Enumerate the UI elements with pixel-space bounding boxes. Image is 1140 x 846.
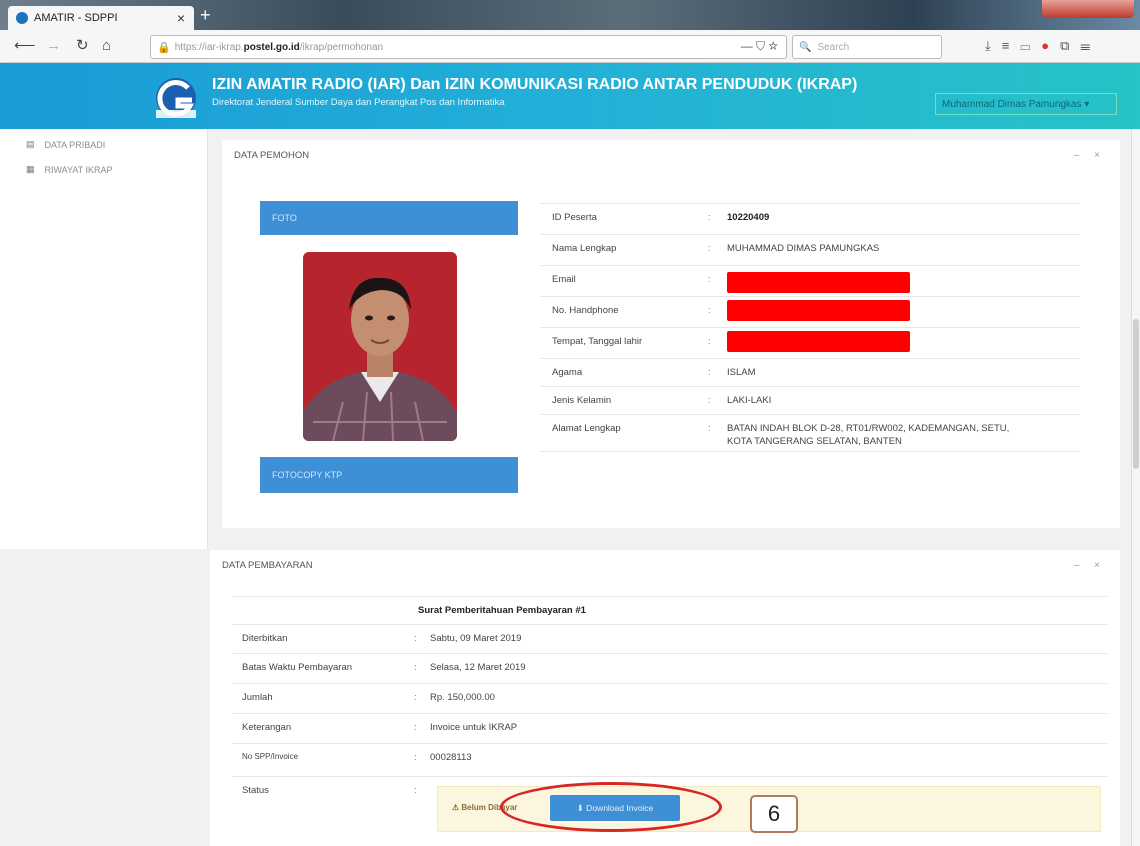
payment-label: Status <box>242 785 269 796</box>
payment-notice-row: Surat Pemberitahuan Pembayaran #1 <box>232 596 1107 625</box>
app-subtitle: Direktorat Jenderal Sumber Daya dan Pera… <box>212 97 505 108</box>
redacted-phone <box>727 300 910 321</box>
id-card-icon: ▤ <box>26 139 35 149</box>
ministry-logo-icon <box>156 78 196 118</box>
new-tab-button[interactable]: + <box>200 6 211 24</box>
info-label: Tempat, Tanggal lahir <box>552 336 643 347</box>
payment-value: Selasa, 12 Maret 2019 <box>430 662 526 673</box>
padlock-icon: 🔒 <box>157 41 171 54</box>
info-label: Agama <box>552 367 583 378</box>
payment-row: No SPP/Invoice : 00028113 <box>232 743 1107 777</box>
sidebar-icon[interactable]: ▭ <box>1020 38 1041 53</box>
tab-close-icon[interactable]: × <box>174 10 188 26</box>
info-row: Alamat Lengkap : BATAN INDAH BLOK D-28, … <box>540 414 1080 452</box>
applicant-panel-title: DATA PEMOHON <box>234 150 310 161</box>
payment-row: Keterangan : Invoice untuk IKRAP <box>232 713 1107 744</box>
app-header: IZIN AMATIR RADIO (IAR) Dan IZIN KOMUNIK… <box>0 63 1140 129</box>
browser-tools[interactable]: ⤓≡▭●⧉☰ <box>985 38 1101 54</box>
info-row: Nama Lengkap : MUHAMMAD DIMAS PAMUNGKAS <box>540 234 1080 266</box>
reload-icon[interactable]: ↻ <box>76 37 89 55</box>
browser-tab-strip: AMATIR - SDPPI × + <box>0 0 1140 30</box>
info-label: Email <box>552 274 576 285</box>
info-label: ID Peserta <box>552 212 597 223</box>
info-value-line2: KOTA TANGERANG SELATAN, BANTEN <box>727 436 902 447</box>
document-icon: ▦ <box>26 164 35 174</box>
highlight-callout-ellipse <box>500 782 722 832</box>
redacted-email <box>727 272 910 293</box>
payment-panel-title: DATA PEMBAYARAN <box>222 560 313 571</box>
page-scrollbar[interactable] <box>1131 129 1140 846</box>
sidebar-item-data-pribadi[interactable]: ▤ DATA PRIBADI <box>26 139 105 150</box>
payment-label: Jumlah <box>242 692 273 703</box>
payment-label: No SPP/Invoice <box>242 752 299 761</box>
scrollbar-thumb[interactable] <box>1133 319 1139 469</box>
photo-header: FOTO <box>260 201 518 235</box>
payment-value: Rp. 150,000.00 <box>430 692 495 703</box>
info-row: ID Peserta : 10220409 <box>540 203 1080 235</box>
info-value: MUHAMMAD DIMAS PAMUNGKAS <box>727 243 880 254</box>
info-value: LAKI-LAKI <box>727 395 772 406</box>
ktp-header: FOTOCOPY KTP <box>260 457 518 493</box>
applicant-photo <box>303 252 457 441</box>
search-icon: 🔍 <box>799 41 812 53</box>
info-value: ISLAM <box>727 367 756 378</box>
url-text: https://iar-ikrap.postel.go.id/ikrap/per… <box>174 41 384 53</box>
search-placeholder: Search <box>817 41 850 53</box>
info-row: Jenis Kelamin : LAKI-LAKI <box>540 386 1080 415</box>
payment-value: 00028113 <box>430 752 472 763</box>
payment-label: Batas Waktu Pembayaran <box>242 662 353 673</box>
screenshot-icon[interactable]: ⧉ <box>1060 38 1080 53</box>
panel-collapse-close-icons[interactable]: – × <box>1074 150 1106 161</box>
info-label: Jenis Kelamin <box>552 395 612 406</box>
search-input[interactable]: 🔍 Search <box>792 35 942 59</box>
app-title: IZIN AMATIR RADIO (IAR) Dan IZIN KOMUNIK… <box>212 76 858 93</box>
info-value: 10220409 <box>727 212 770 223</box>
step-number-label: 6 <box>750 795 798 833</box>
payment-row: Jumlah : Rp. 150,000.00 <box>232 683 1107 714</box>
library-icon[interactable]: ≡ <box>1002 38 1021 53</box>
address-bar[interactable]: 🔒 https://iar-ikrap.postel.go.id/ikrap/p… <box>150 35 787 59</box>
payment-value: Sabtu, 09 Maret 2019 <box>430 633 522 644</box>
menu-icon[interactable]: ☰ <box>1080 38 1101 53</box>
download-icon[interactable]: ⤓ <box>985 38 1002 53</box>
sidebar-item-riwayat-ikrap[interactable]: ▦ RIWAYAT IKRAP <box>26 164 113 175</box>
browser-tab[interactable]: AMATIR - SDPPI × <box>8 6 194 30</box>
payment-label: Keterangan <box>242 722 292 733</box>
sidebar: ▤ DATA PRIBADI ▦ RIWAYAT IKRAP <box>0 129 208 549</box>
sidebar-item-label: RIWAYAT IKRAP <box>44 164 113 175</box>
payment-row: Diterbitkan : Sabtu, 09 Maret 2019 <box>232 624 1107 654</box>
addon-icon[interactable]: ● <box>1041 38 1060 53</box>
panel-collapse-close-icons[interactable]: – × <box>1074 560 1106 571</box>
browser-toolbar: ⟵ → ↻ ⌂ 🔒 https://iar-ikrap.postel.go.id… <box>0 30 1140 63</box>
info-label: Alamat Lengkap <box>552 423 621 434</box>
redacted-birth <box>727 331 910 352</box>
sidebar-item-label: DATA PRIBADI <box>44 139 106 150</box>
back-arrow-icon[interactable]: ⟵ <box>14 37 36 55</box>
payment-row: Batas Waktu Pembayaran : Selasa, 12 Mare… <box>232 653 1107 684</box>
home-icon[interactable]: ⌂ <box>102 37 111 55</box>
info-value: BATAN INDAH BLOK D-28, RT01/RW002, KADEM… <box>727 423 1010 434</box>
payment-label: Diterbitkan <box>242 633 288 644</box>
user-menu-dropdown[interactable]: Muhammad Dimas Pamungkas ▾ <box>935 93 1117 115</box>
info-row: Agama : ISLAM <box>540 358 1080 387</box>
info-label: Nama Lengkap <box>552 243 617 254</box>
window-controls[interactable] <box>1042 0 1134 18</box>
forward-arrow-icon[interactable]: → <box>46 37 61 55</box>
tab-title: AMATIR - SDPPI <box>34 12 118 24</box>
payment-value: Invoice untuk IKRAP <box>430 722 518 733</box>
info-label: No. Handphone <box>552 305 619 316</box>
page-actions-icons[interactable]: — ⛉ ☆ <box>741 39 778 54</box>
site-favicon-icon <box>16 12 28 24</box>
payment-notice-title: Surat Pemberitahuan Pembayaran #1 <box>418 605 586 616</box>
